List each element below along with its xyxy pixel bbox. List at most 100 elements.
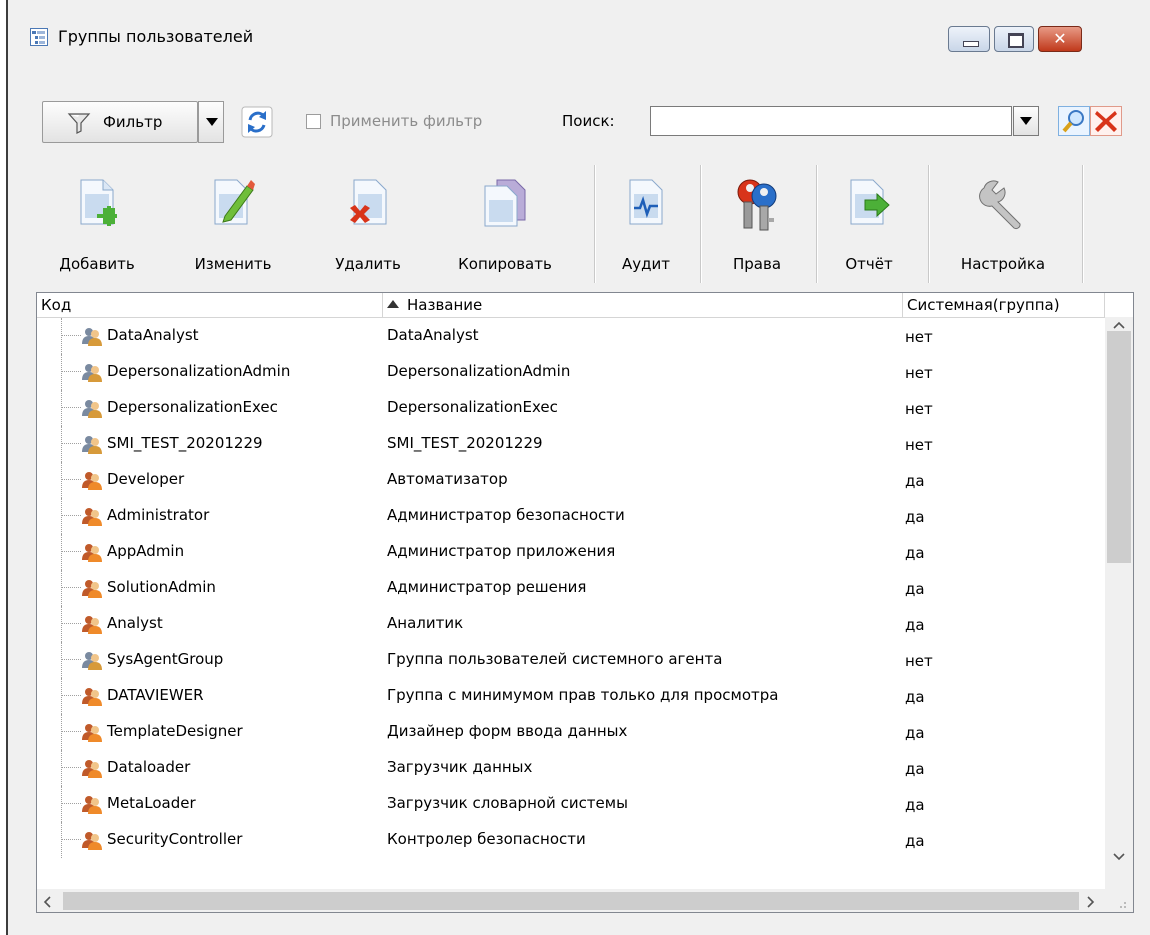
- add-button[interactable]: Добавить: [44, 160, 150, 288]
- search-history-dropdown[interactable]: [1013, 106, 1039, 136]
- resize-grip-icon: [1120, 902, 1126, 908]
- tree-connector: [61, 587, 81, 588]
- table-row[interactable]: SolutionAdmin Администратор решения да: [37, 570, 1105, 606]
- tree-connector: [61, 426, 62, 462]
- cell-name: DepersonalizationAdmin: [387, 362, 571, 380]
- tree-connector: [61, 479, 81, 480]
- column-header-name[interactable]: Название: [383, 293, 903, 317]
- cell-name: Загрузчик данных: [387, 758, 533, 776]
- user-group-gray-icon: [81, 434, 103, 458]
- cell-code: MetaLoader: [107, 794, 196, 812]
- audit-pulse-icon: [626, 178, 666, 232]
- table-row[interactable]: Analyst Аналитик да: [37, 606, 1105, 642]
- table-row[interactable]: DATAVIEWER Группа с минимумом прав только…: [37, 678, 1105, 714]
- tree-connector: [61, 714, 62, 750]
- column-header-system[interactable]: Системная(группа): [903, 293, 1105, 317]
- tree-connector: [61, 498, 62, 534]
- tree-connector: [61, 390, 62, 426]
- cell-code: DATAVIEWER: [107, 686, 204, 704]
- vertical-scroll-thumb[interactable]: [1107, 331, 1131, 563]
- horizontal-scroll-thumb[interactable]: [63, 892, 1079, 910]
- copy-button[interactable]: Копировать: [440, 160, 570, 288]
- delete-button[interactable]: Удалить: [318, 160, 418, 288]
- cell-system: да: [905, 580, 925, 598]
- cell-code: SMI_TEST_20201229: [107, 434, 263, 452]
- tree-connector: [61, 731, 81, 732]
- funnel-icon: [67, 112, 91, 138]
- maximize-icon: [1008, 33, 1024, 48]
- clear-search-button[interactable]: [1090, 106, 1122, 136]
- table-row[interactable]: DepersonalizationExec DepersonalizationEx…: [37, 390, 1105, 426]
- tree-connector: [61, 767, 81, 768]
- tree-connector: [61, 570, 62, 606]
- horizontal-scrollbar[interactable]: [37, 889, 1105, 912]
- title-bar: Группы пользователей ✕: [14, 16, 1144, 62]
- report-button[interactable]: Отчёт: [826, 160, 912, 288]
- cell-system: да: [905, 508, 925, 526]
- cell-code: AppAdmin: [107, 542, 185, 560]
- table-row[interactable]: Administrator Администратор безопасности д…: [37, 498, 1105, 534]
- chevron-down-icon: [206, 118, 218, 126]
- apply-filter-checkbox[interactable]: [306, 114, 321, 129]
- tree-connector: [61, 839, 81, 840]
- table-row[interactable]: DepersonalizationAdmin DepersonalizationA…: [37, 354, 1105, 390]
- filter-dropdown-button[interactable]: [198, 101, 224, 143]
- tree-connector: [61, 318, 62, 354]
- chevron-left-icon[interactable]: [43, 896, 51, 908]
- table-row[interactable]: DataAnalyst DataAnalyst нет: [37, 318, 1105, 354]
- minimize-button[interactable]: [948, 26, 990, 52]
- user-group-orange-icon: [81, 830, 103, 854]
- audit-button[interactable]: Аудит: [604, 160, 688, 288]
- table-row[interactable]: MetaLoader Загрузчик словарной системы да: [37, 786, 1105, 822]
- cell-system: да: [905, 472, 925, 490]
- cell-system: да: [905, 688, 925, 706]
- user-group-gray-icon: [81, 362, 103, 386]
- audit-button-label: Аудит: [622, 255, 670, 273]
- user-group-orange-icon: [81, 506, 103, 530]
- user-group-orange-icon: [81, 686, 103, 710]
- chevron-down-icon[interactable]: [1113, 853, 1125, 861]
- cell-name: DepersonalizationExec: [387, 398, 558, 416]
- search-icon: [1058, 106, 1090, 136]
- rights-button[interactable]: Права: [710, 160, 804, 288]
- cell-code: DataAnalyst: [107, 326, 199, 344]
- chevron-right-icon[interactable]: [1087, 896, 1095, 908]
- cell-name: Дизайнер форм ввода данных: [387, 722, 628, 740]
- column-header-code[interactable]: Код: [37, 293, 383, 317]
- user-groups-table: Код Название Системная(группа) DataAnaly…: [36, 292, 1134, 913]
- tree-connector: [61, 534, 62, 570]
- report-button-label: Отчёт: [845, 255, 893, 273]
- close-button[interactable]: ✕: [1038, 26, 1082, 52]
- refresh-button[interactable]: [240, 101, 274, 143]
- resize-grip[interactable]: [1105, 889, 1133, 912]
- table-row[interactable]: Developer Автоматизатор да: [37, 462, 1105, 498]
- column-header-name-label: Название: [407, 296, 483, 314]
- report-export-icon: [847, 178, 891, 232]
- settings-button[interactable]: Настройка: [938, 160, 1068, 288]
- cell-code: SecurityController: [107, 830, 243, 848]
- table-row[interactable]: SecurityController Контролер безопасности…: [37, 822, 1105, 858]
- table-row[interactable]: TemplateDesigner Дизайнер форм ввода данн…: [37, 714, 1105, 750]
- table-row[interactable]: SysAgentGroup Группа пользователей систем…: [37, 642, 1105, 678]
- search-input[interactable]: [650, 106, 1012, 136]
- table-row[interactable]: Dataloader Загрузчик данных да: [37, 750, 1105, 786]
- edit-button[interactable]: Изменить: [176, 160, 290, 288]
- cell-name: Группа пользователей системного агента: [387, 650, 723, 668]
- table-row[interactable]: AppAdmin Администратор приложения да: [37, 534, 1105, 570]
- add-button-label: Добавить: [59, 255, 135, 273]
- filter-button[interactable]: Фильтр: [42, 101, 198, 143]
- table-row[interactable]: SMI_TEST_20201229 SMI_TEST_20201229 нет: [37, 426, 1105, 462]
- maximize-button[interactable]: [994, 26, 1034, 52]
- cell-name: Загрузчик словарной системы: [387, 794, 628, 812]
- keys-icon: [732, 178, 782, 236]
- tree-connector: [61, 623, 81, 624]
- cell-code: Dataloader: [107, 758, 191, 776]
- search-button[interactable]: [1058, 106, 1090, 136]
- chevron-up-icon[interactable]: [1113, 321, 1125, 329]
- vertical-scrollbar[interactable]: [1105, 317, 1133, 889]
- cell-system: да: [905, 616, 925, 634]
- cell-name: Автоматизатор: [387, 470, 508, 488]
- tree-connector: [61, 678, 62, 714]
- settings-button-label: Настройка: [960, 255, 1046, 273]
- apply-filter-label: Применить фильтр: [330, 112, 483, 130]
